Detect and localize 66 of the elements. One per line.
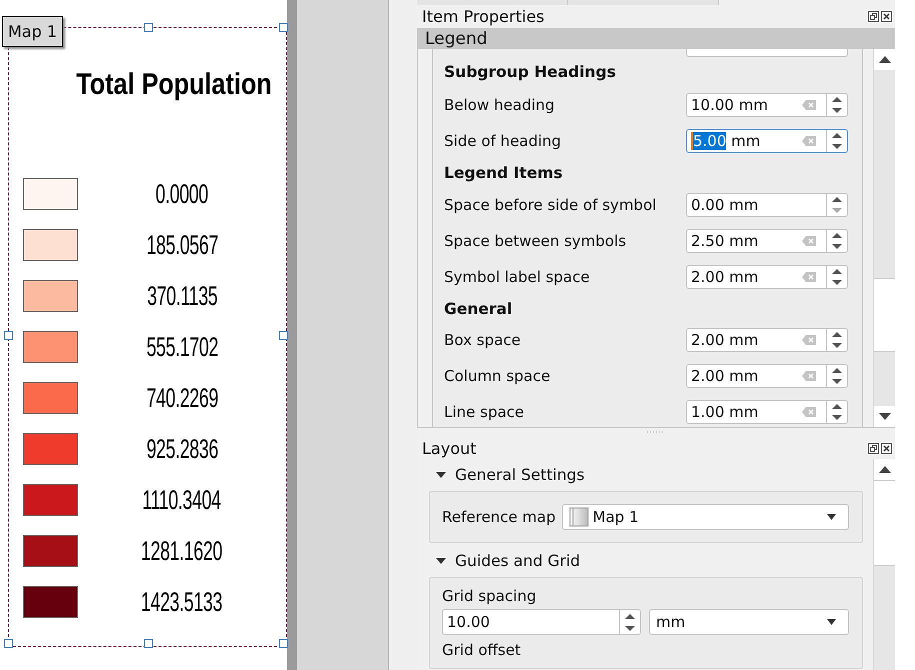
resize-handle[interactable] (4, 639, 13, 648)
item-label: Map 1 (2, 16, 64, 47)
group-heading: Legend Items (444, 163, 564, 184)
section-toggle[interactable]: General Settings (429, 459, 585, 491)
input-field[interactable]: 10.00 mm (686, 93, 848, 117)
field-label: Symbol label space (444, 268, 591, 286)
legend-label: 1423.5133 (141, 586, 223, 618)
group-heading: Subgroup Headings (444, 62, 617, 83)
close-icon[interactable] (881, 442, 892, 454)
resize-handle[interactable] (4, 331, 13, 340)
expanded-arrow-icon[interactable] (436, 472, 446, 478)
input-field[interactable]: 0.00 mm (686, 193, 848, 217)
field-label: Reference map (442, 508, 556, 526)
panel-title: Item Properties (422, 7, 544, 26)
field-label: Space between symbols (444, 232, 628, 250)
legend-title: Total Population (76, 68, 272, 102)
expanded-arrow-icon[interactable] (436, 558, 446, 564)
input-field[interactable]: 2.00 mm (686, 364, 848, 388)
input-field[interactable]: 5.00 mm (686, 129, 848, 153)
input-field[interactable]: 2.00 mm (686, 328, 848, 352)
field-label: Box space (444, 331, 522, 349)
section-header: Legend (417, 28, 895, 49)
input-field[interactable]: 1.00 mm (686, 400, 848, 424)
legend-label: 1110.3404 (142, 484, 222, 516)
field-label: Column space (444, 367, 552, 385)
caret-icon (827, 514, 836, 520)
group-heading: General (444, 298, 514, 320)
scrollbar-thumb[interactable] (874, 278, 895, 352)
legend-label: 740.2269 (146, 382, 218, 414)
field-label: Line space (444, 403, 526, 421)
float-icon[interactable] (868, 11, 879, 22)
resize-handle[interactable] (279, 639, 288, 648)
scroll-up-icon[interactable] (878, 56, 890, 63)
field-label: Space before side of symbol (444, 196, 658, 214)
resize-handle[interactable] (144, 23, 153, 32)
legend-label: 185.0567 (146, 230, 218, 260)
panel-title: Layout (422, 438, 476, 458)
map-icon (568, 507, 589, 527)
legend-label: 1281.1620 (141, 536, 223, 566)
scrollbar-thumb[interactable] (874, 480, 895, 566)
vertical-scrollbar[interactable] (873, 459, 895, 670)
field-label: Grid offset (442, 640, 522, 661)
input-field[interactable] (686, 49, 848, 57)
caret-icon (827, 619, 836, 625)
resize-handle[interactable] (279, 23, 288, 32)
resize-handle[interactable] (279, 331, 288, 340)
close-icon[interactable] (881, 11, 892, 22)
input-field[interactable]: 10.00 (442, 609, 641, 635)
dropdown[interactable]: Map 1 (562, 504, 849, 530)
dropdown[interactable]: mm (649, 609, 849, 635)
field-label: Side of heading (444, 132, 562, 150)
vertical-scrollbar[interactable] (873, 49, 895, 427)
legend-label: 0.0000 (156, 178, 208, 210)
legend-label: 925.2836 (146, 434, 218, 464)
section-toggle[interactable]: Guides and Grid (429, 545, 580, 577)
input-field[interactable]: 2.00 mm (686, 265, 848, 289)
resize-handle[interactable] (144, 639, 153, 648)
splitter-handle-icon[interactable] (647, 431, 665, 433)
float-icon[interactable] (868, 442, 879, 454)
input-field[interactable]: 2.50 mm (686, 229, 848, 253)
scroll-down-icon[interactable] (878, 413, 890, 420)
field-label: Below heading (444, 96, 556, 114)
legend-label: 555.1702 (146, 332, 218, 362)
legend-label: 370.1135 (146, 280, 218, 312)
scroll-up-icon[interactable] (878, 466, 890, 473)
field-label: Grid spacing (442, 586, 538, 607)
